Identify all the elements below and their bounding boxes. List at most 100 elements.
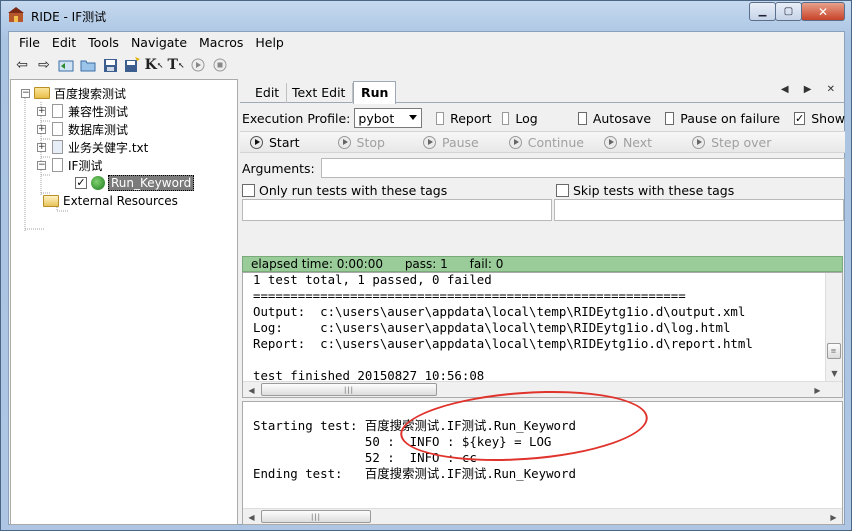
- menu-navigate[interactable]: Navigate: [125, 35, 193, 50]
- title-bar[interactable]: RIDE - IF测试 ▁ ▢ ✕: [1, 1, 851, 31]
- output-line: Report: c:\users\auser\appdata\local\tem…: [253, 336, 753, 351]
- show-checkbox[interactable]: ✓: [794, 111, 806, 125]
- expand-icon[interactable]: +: [37, 142, 46, 152]
- test-case-icon: [91, 176, 105, 190]
- report-button[interactable]: Report: [450, 111, 491, 126]
- execution-profile-select[interactable]: pybot: [354, 108, 423, 128]
- continue-icon: [508, 135, 522, 149]
- scroll-left-icon[interactable]: ◀: [243, 382, 260, 397]
- menu-bar: File Edit Tools Navigate Macros Help: [9, 32, 844, 52]
- tree-external-resources[interactable]: External Resources: [43, 192, 178, 210]
- pass-count: pass: 1: [404, 257, 448, 271]
- skip-tags-label: Skip tests with these tags: [573, 183, 735, 198]
- step-over-label: Step over: [711, 134, 772, 150]
- maximize-button[interactable]: ▢: [775, 2, 802, 21]
- console-vertical-scrollbar[interactable]: ≡ ▼: [825, 273, 842, 381]
- tree-item-database[interactable]: + 数据库测试: [37, 120, 128, 138]
- ride-app-icon: [8, 7, 24, 22]
- tab-run[interactable]: Run: [353, 81, 397, 104]
- skip-tags-checkbox[interactable]: [556, 184, 569, 197]
- console-output[interactable]: 1 test total, 1 passed, 0 failed =======…: [242, 272, 843, 398]
- execution-profile-label: Execution Profile:: [242, 110, 351, 126]
- output-line: Log: c:\users\auser\appdata\local\temp\R…: [253, 320, 731, 335]
- expand-icon[interactable]: +: [37, 124, 46, 134]
- close-icon: ✕: [817, 4, 829, 19]
- start-button[interactable]: Start: [250, 135, 300, 150]
- chevron-down-icon: [409, 115, 418, 120]
- execution-profile-row: Execution Profile: pybot Report Log Auto…: [240, 106, 845, 130]
- test-checkbox[interactable]: ✓: [75, 177, 87, 189]
- scroll-right-icon[interactable]: ▶: [825, 509, 842, 524]
- maximize-icon: ▢: [783, 6, 794, 17]
- stop-icon[interactable]: [209, 55, 231, 75]
- only-run-tags-label: Only run tests with these tags: [259, 183, 448, 198]
- file-icon: [52, 104, 63, 118]
- autosave-checkbox[interactable]: [577, 111, 587, 125]
- back-arrow-icon[interactable]: ⇦: [11, 55, 33, 75]
- forward-arrow-icon[interactable]: ⇨: [33, 55, 55, 75]
- run-icon[interactable]: [187, 55, 209, 75]
- toolbar: ⇦ ⇨ K ↖ T ↖: [9, 53, 844, 77]
- menu-edit[interactable]: Edit: [46, 35, 82, 50]
- tree-root-label: 百度搜索测试: [54, 86, 127, 101]
- external-resources-icon: [43, 195, 59, 207]
- tree-item-label: 业务关健字.txt: [68, 140, 149, 155]
- test-tree: − 百度搜索测试 + 兼容性测试 + 数据库测试 + 业务关健字.txt − I…: [10, 79, 238, 525]
- exclude-tags-input[interactable]: [554, 199, 844, 221]
- arguments-input[interactable]: [320, 158, 845, 178]
- stop-button[interactable]: Stop: [337, 135, 385, 150]
- run-status-bar: elapsed time: 0:00:00 pass: 1 fail: 0: [242, 256, 843, 272]
- run-controls: Start Stop Pause Continue Next Step over: [240, 131, 845, 153]
- arguments-row: Arguments:: [240, 156, 845, 180]
- show-label: Show: [811, 110, 845, 126]
- scroll-thumb[interactable]: ≡: [827, 343, 841, 359]
- collapse-icon[interactable]: −: [37, 160, 46, 170]
- minimize-button[interactable]: ▁: [749, 2, 776, 21]
- menu-tools[interactable]: Tools: [82, 35, 125, 50]
- scroll-thumb[interactable]: |||: [261, 510, 371, 523]
- pause-on-failure-checkbox[interactable]: [665, 111, 675, 125]
- minimize-icon: ▁: [758, 6, 767, 17]
- search-keyword-icon[interactable]: K ↖: [143, 55, 165, 75]
- scroll-thumb[interactable]: |||: [261, 383, 437, 396]
- step-over-button[interactable]: Step over: [692, 135, 771, 150]
- log-button[interactable]: Log: [515, 111, 537, 126]
- tree-item-compat[interactable]: + 兼容性测试: [37, 102, 128, 120]
- next-button[interactable]: Next: [603, 135, 652, 150]
- open-folder-icon[interactable]: [77, 55, 99, 75]
- tree-item-label: 数据库测试: [68, 122, 129, 137]
- include-tags-input[interactable]: [242, 199, 552, 221]
- tree-item-if-test[interactable]: − IF测试: [37, 156, 102, 174]
- menu-help[interactable]: Help: [249, 35, 290, 50]
- tree-item-label: IF测试: [68, 158, 103, 173]
- save-icon[interactable]: [99, 55, 121, 75]
- tab-edit[interactable]: Edit: [248, 83, 288, 103]
- output-line: ========================================…: [253, 288, 686, 303]
- expand-icon[interactable]: +: [37, 106, 46, 116]
- search-test-icon[interactable]: T ↖: [165, 55, 187, 75]
- editor-tabs: Edit Text Edit Run ◀ ▶ ✕: [240, 79, 845, 104]
- continue-button[interactable]: Continue: [508, 135, 584, 150]
- only-run-tags-checkbox[interactable]: [242, 184, 255, 197]
- tree-item-keywords-resource[interactable]: + 业务关健字.txt: [37, 138, 148, 156]
- close-button[interactable]: ✕: [801, 2, 845, 21]
- menu-macros[interactable]: Macros: [193, 35, 249, 50]
- execution-profile-value: pybot: [358, 110, 395, 126]
- log-horizontal-scrollbar[interactable]: ◀ ||| ▶: [243, 508, 842, 524]
- scroll-left-icon[interactable]: ◀: [243, 509, 260, 524]
- output-line: Output: c:\users\auser\appdata\local\tem…: [253, 304, 746, 319]
- collapse-icon[interactable]: −: [21, 88, 30, 98]
- tab-text-edit[interactable]: Text Edit: [285, 83, 354, 103]
- menu-file[interactable]: File: [13, 35, 46, 50]
- pause-button[interactable]: Pause: [422, 135, 479, 150]
- tab-scroll-arrows[interactable]: ◀ ▶ ✕: [781, 84, 841, 95]
- elapsed-time: elapsed time: 0:00:00: [251, 257, 383, 271]
- scroll-right-icon[interactable]: ▶: [809, 382, 826, 397]
- open-suite-icon[interactable]: [55, 55, 77, 75]
- tree-item-run-keyword[interactable]: ✓ Run_Keyword: [75, 174, 195, 192]
- save-all-icon[interactable]: [121, 55, 143, 75]
- scroll-down-icon[interactable]: ▼: [826, 365, 842, 381]
- tree-root-suite[interactable]: − 百度搜索测试: [21, 84, 126, 102]
- only-run-tags-option[interactable]: Only run tests with these tags: [242, 183, 447, 198]
- skip-tags-option[interactable]: Skip tests with these tags: [556, 183, 734, 198]
